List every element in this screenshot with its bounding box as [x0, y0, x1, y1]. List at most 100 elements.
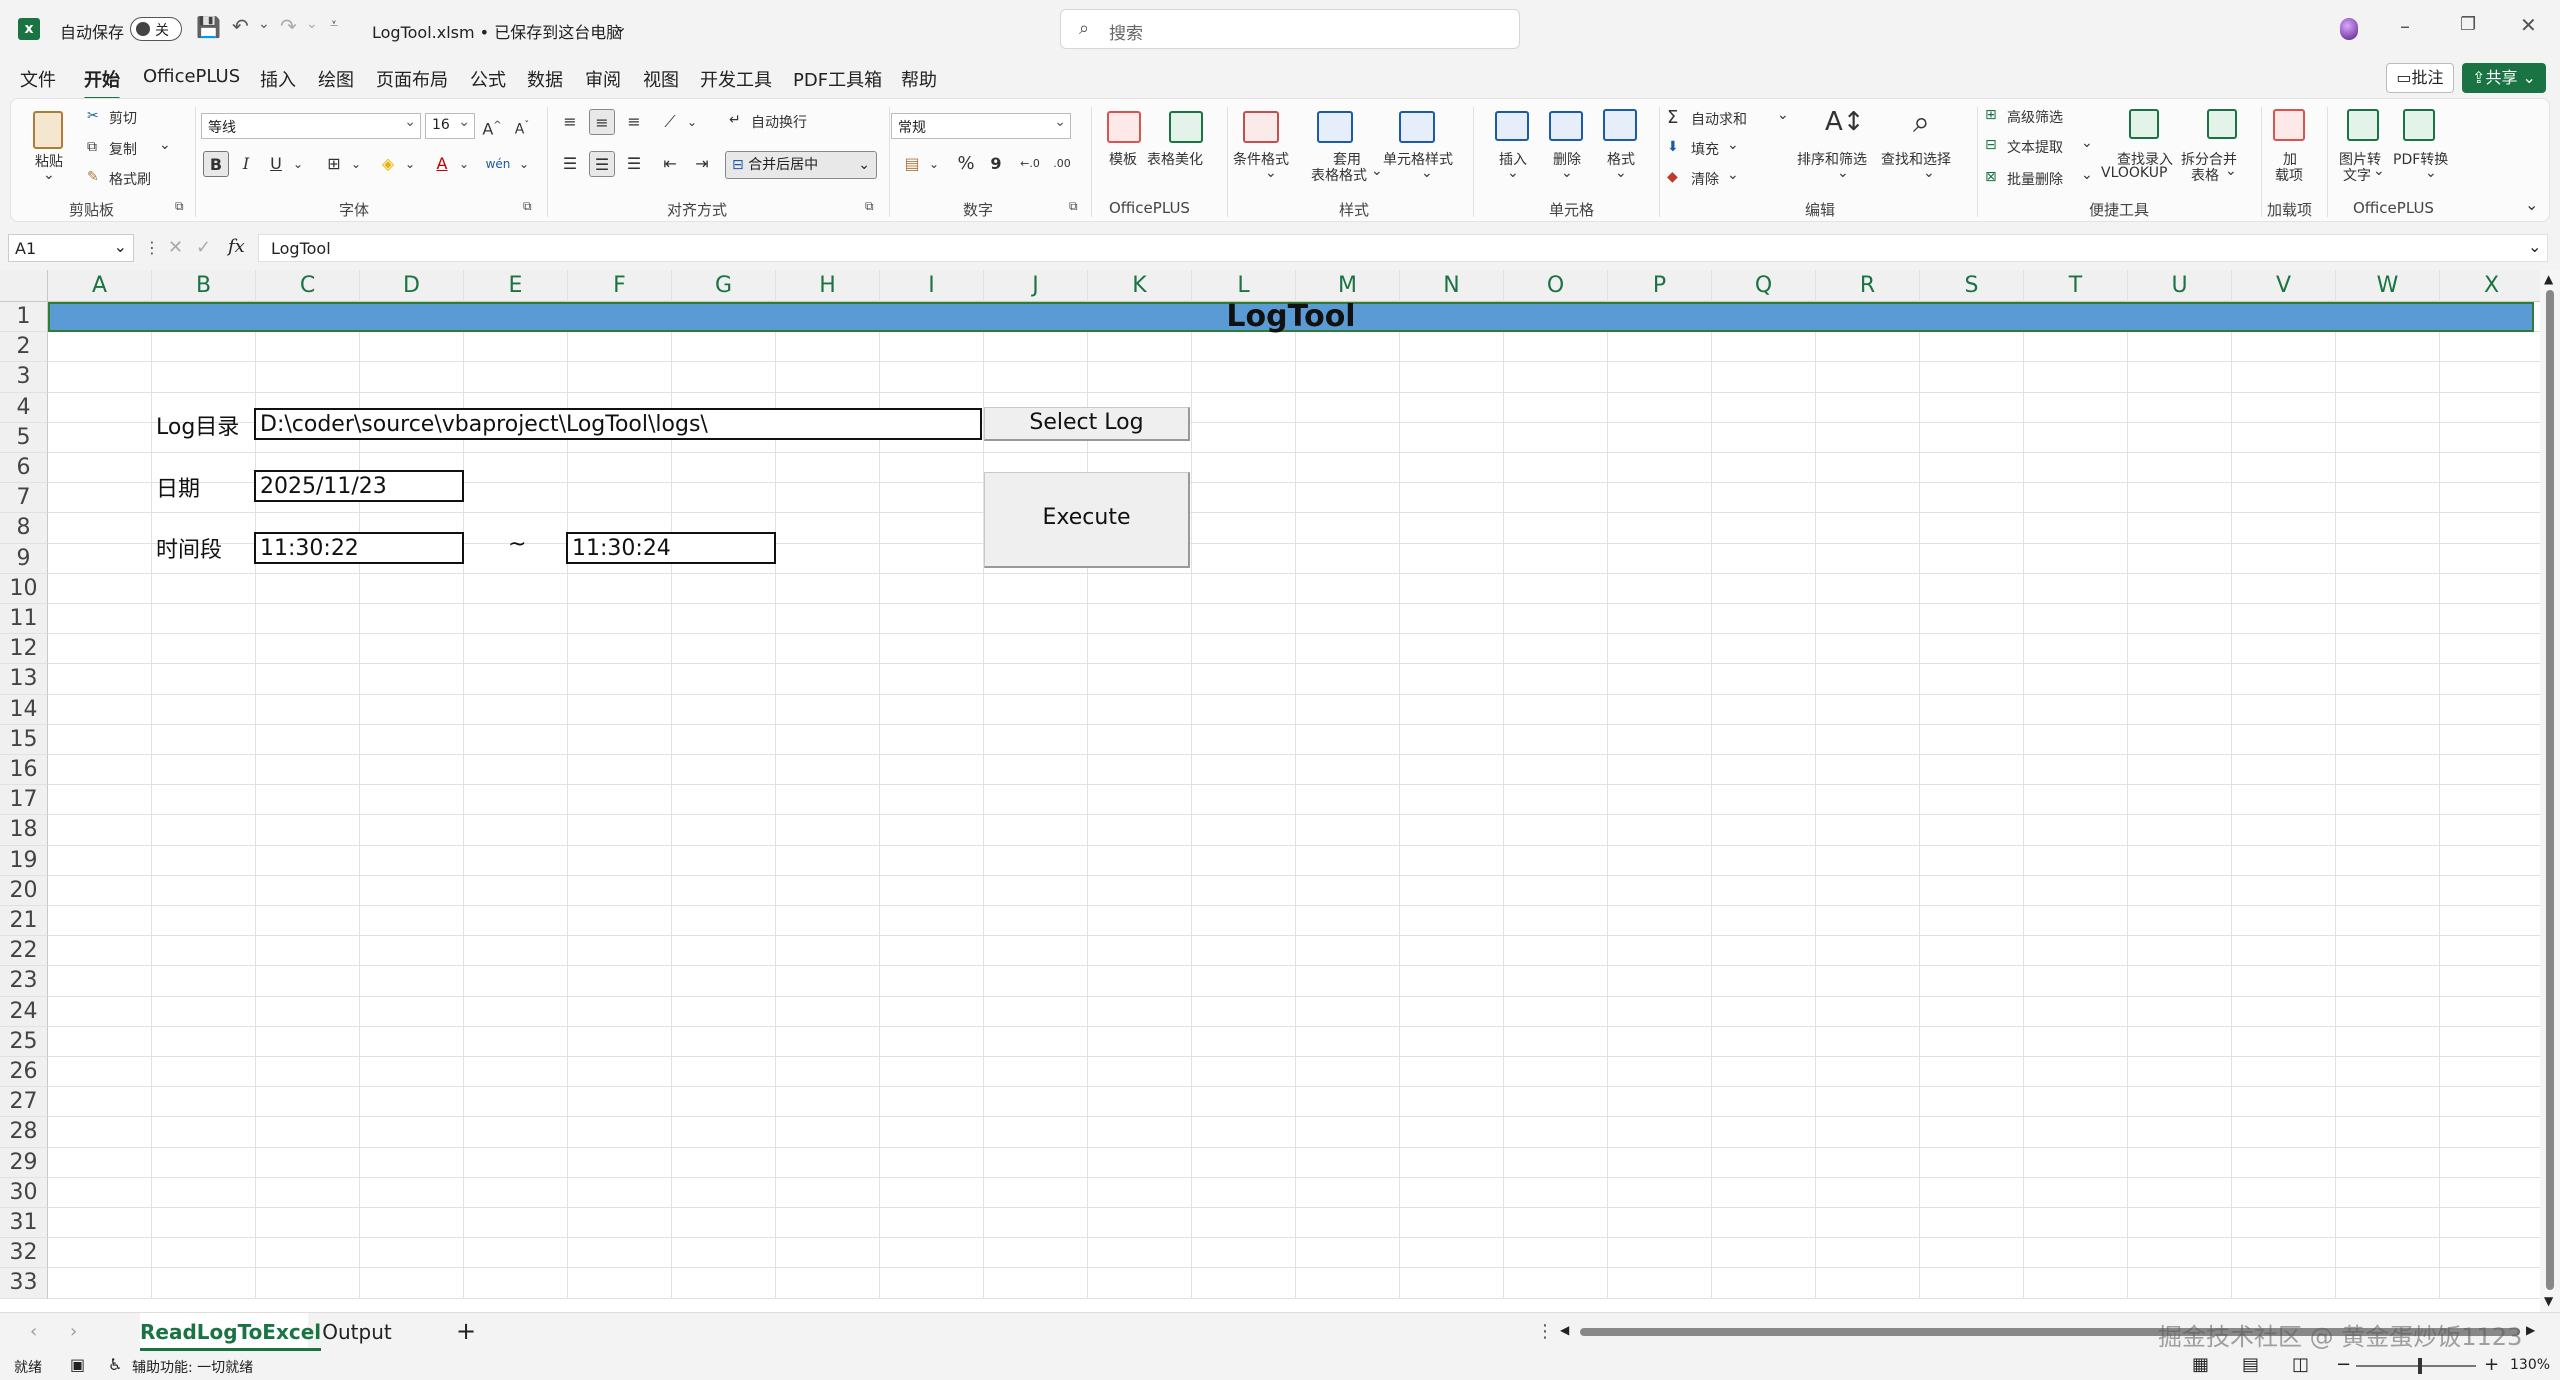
zoom-in-icon[interactable]: + — [2484, 1354, 2499, 1375]
comma-button[interactable]: 9 — [983, 151, 1009, 177]
select-log-button[interactable]: Select Log — [984, 407, 1190, 441]
delete-chevron-icon[interactable]: ⌄ — [1561, 165, 1573, 181]
batch-delete-chevron-icon[interactable]: ⌄ — [2081, 167, 2093, 183]
align-top-icon[interactable]: ≡ — [557, 109, 583, 135]
italic-button[interactable]: I — [233, 151, 259, 177]
template-label[interactable]: 模板 — [1109, 149, 1137, 169]
autosave-toggle[interactable]: 关 — [130, 17, 182, 41]
find-select-icon[interactable]: ⌕ — [1913, 105, 1930, 140]
delete-cells-icon[interactable] — [1549, 111, 1583, 141]
row-header-10[interactable]: 10 — [0, 573, 48, 604]
column-header-r[interactable]: R — [1816, 270, 1920, 302]
column-header-d[interactable]: D — [360, 270, 464, 302]
column-header-q[interactable]: Q — [1712, 270, 1816, 302]
image-to-text-chevron-icon[interactable]: ⌄ — [2373, 163, 2385, 179]
zoom-slider-thumb[interactable] — [2418, 1358, 2422, 1374]
menu-pdf-toolbox[interactable]: PDF工具箱 — [793, 66, 882, 92]
column-header-x[interactable]: X — [2440, 270, 2544, 302]
menu-help[interactable]: 帮助 — [901, 66, 937, 92]
column-header-j[interactable]: J — [984, 270, 1088, 302]
row-header-3[interactable]: 3 — [0, 362, 48, 393]
format-painter-label[interactable]: 格式刷 — [109, 169, 151, 189]
underline-chevron-icon[interactable]: ⌄ — [285, 151, 311, 177]
sheet-tab-output[interactable]: Output — [314, 1313, 400, 1351]
column-header-b[interactable]: B — [152, 270, 256, 302]
page-layout-view-icon[interactable]: ▤ — [2242, 1354, 2259, 1375]
vertical-scroll-thumb[interactable] — [2546, 290, 2554, 1290]
copilot-icon[interactable] — [2340, 18, 2358, 40]
copy-icon[interactable]: ⧉ — [87, 139, 97, 155]
align-right-icon[interactable]: ☰ — [621, 151, 647, 177]
enter-icon[interactable]: ✓ — [196, 237, 211, 258]
row-header-31[interactable]: 31 — [0, 1208, 48, 1239]
format-as-table-label-2[interactable]: 表格格式 — [1311, 165, 1367, 185]
table-beautify-icon[interactable] — [1169, 111, 1203, 143]
insert-function-icon[interactable]: fx — [228, 236, 245, 257]
split-merge-chevron-icon[interactable]: ⌄ — [2225, 163, 2237, 179]
row-header-5[interactable]: 5 — [0, 422, 48, 453]
formula-input[interactable]: LogTool — [258, 234, 2548, 262]
autosum-icon[interactable]: Σ — [1667, 107, 1678, 128]
number-format-select[interactable]: 常规 — [891, 113, 1071, 139]
clear-label[interactable]: 清除 — [1691, 169, 1719, 189]
more-icon[interactable]: ⋮ — [144, 238, 160, 257]
text-extract-label[interactable]: 文本提取 — [2007, 137, 2063, 157]
undo-icon[interactable]: ↶ — [232, 14, 249, 38]
menu-officeplus[interactable]: OfficePLUS — [143, 66, 240, 87]
addins-icon[interactable] — [2273, 109, 2305, 141]
sort-filter-label[interactable]: 排序和筛选 — [1797, 149, 1867, 169]
column-header-h[interactable]: H — [776, 270, 880, 302]
clear-icon[interactable]: ◆ — [1667, 169, 1678, 185]
row-header-12[interactable]: 12 — [0, 634, 48, 665]
pdf-chevron-icon[interactable]: ⌄ — [2425, 165, 2437, 181]
menu-developer[interactable]: 开发工具 — [700, 66, 772, 92]
column-header-m[interactable]: M — [1296, 270, 1400, 302]
conditional-chevron-icon[interactable]: ⌄ — [1265, 165, 1277, 181]
insert-chevron-icon[interactable]: ⌄ — [1507, 165, 1519, 181]
alignment-launcher-icon[interactable]: ⧉ — [865, 199, 874, 214]
menu-data[interactable]: 数据 — [527, 66, 563, 92]
page-break-view-icon[interactable]: ◫ — [2292, 1354, 2309, 1375]
clear-chevron-icon[interactable]: ⌄ — [1727, 167, 1739, 183]
row-header-8[interactable]: 8 — [0, 513, 48, 544]
phonetic-icon[interactable]: wén — [485, 151, 511, 177]
image-to-text-icon[interactable] — [2347, 109, 2379, 141]
comment-button[interactable]: ▭批注 — [2386, 63, 2454, 93]
align-center-icon[interactable]: ☰ — [589, 151, 615, 177]
row-header-6[interactable]: 6 — [0, 453, 48, 484]
bold-button[interactable]: B — [203, 151, 229, 177]
advanced-filter-icon[interactable]: ⊞ — [1985, 107, 1997, 123]
name-box[interactable]: A1 ⌄ — [8, 234, 134, 262]
sheet-tab-readlogtoexcel[interactable]: ReadLogToExcel — [140, 1313, 322, 1351]
advanced-filter-label[interactable]: 高级筛选 — [2007, 107, 2063, 127]
row-header-4[interactable]: 4 — [0, 392, 48, 423]
batch-delete-label[interactable]: 批量删除 — [2007, 169, 2063, 189]
menu-page-layout[interactable]: 页面布局 — [376, 66, 448, 92]
row-header-21[interactable]: 21 — [0, 906, 48, 937]
column-header-w[interactable]: W — [2336, 270, 2440, 302]
spreadsheet-grid[interactable]: ABCDEFGHIJKLMNOPQRSTUVWX 1 2 3 4 5 6 7 8 9 10 11 12… — [0, 270, 2560, 1312]
fill-chevron-icon[interactable]: ⌄ — [1727, 137, 1739, 153]
row-header-25[interactable]: 25 — [0, 1026, 48, 1057]
cut-label[interactable]: 剪切 — [109, 108, 137, 128]
column-header-s[interactable]: S — [1920, 270, 2024, 302]
file-name[interactable]: LogTool.xlsm • 已保存到这台电脑 — [372, 19, 622, 43]
row-header-28[interactable]: 28 — [0, 1117, 48, 1148]
normal-view-icon[interactable]: ▦ — [2192, 1354, 2209, 1375]
align-bottom-icon[interactable]: ≡ — [621, 109, 647, 135]
row-header-1[interactable]: 1 — [0, 302, 48, 333]
accessibility-icon[interactable]: ♿ — [108, 1355, 122, 1374]
column-header-v[interactable]: V — [2232, 270, 2336, 302]
scroll-up-icon[interactable]: ▲ — [2544, 272, 2553, 286]
clipboard-launcher-icon[interactable]: ⧉ — [175, 199, 184, 214]
column-header-a[interactable]: A — [48, 270, 152, 302]
font-color-chevron-icon[interactable]: ⌄ — [451, 151, 477, 177]
percent-button[interactable]: % — [953, 151, 979, 177]
fill-label[interactable]: 填充 — [1691, 139, 1719, 159]
increase-indent-icon[interactable]: ⇥ — [689, 151, 715, 177]
split-merge-icon[interactable] — [2207, 109, 2237, 139]
save-icon[interactable]: 💾 — [196, 15, 221, 39]
vertical-scrollbar[interactable]: ▲ ▼ — [2540, 270, 2560, 1312]
format-painter-icon[interactable]: ✎ — [87, 169, 99, 185]
insert-cells-icon[interactable] — [1495, 111, 1529, 141]
